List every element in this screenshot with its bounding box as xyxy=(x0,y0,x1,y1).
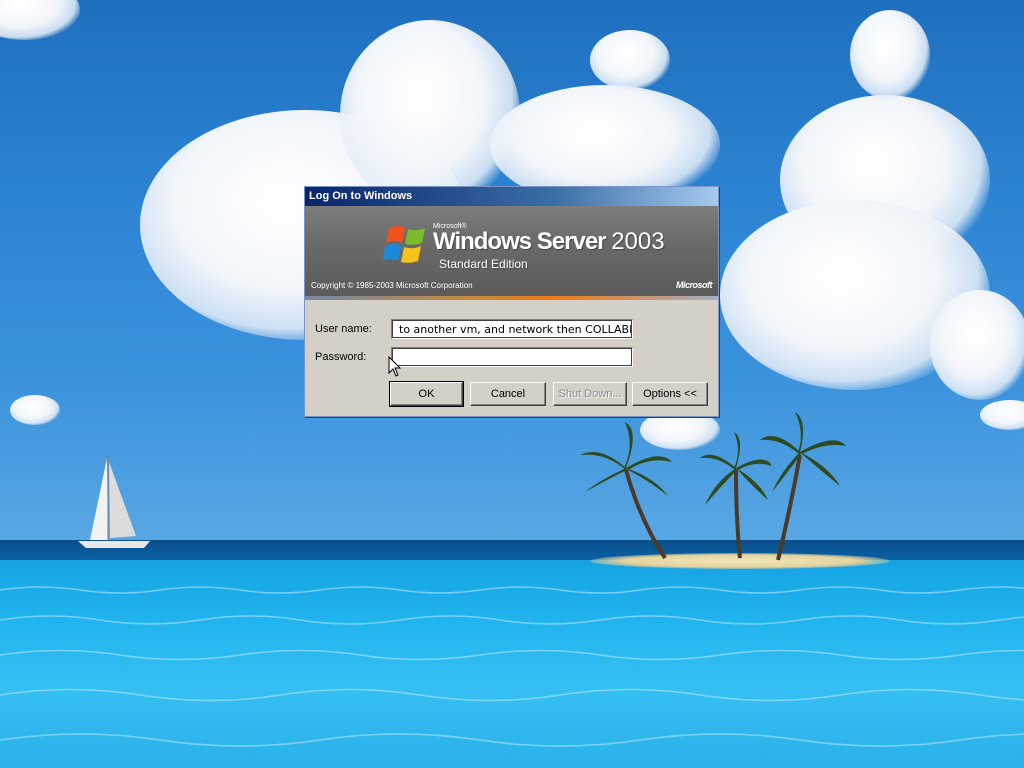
mouse-pointer-icon xyxy=(388,356,402,377)
windows-flag-icon xyxy=(383,226,425,263)
user-name-input[interactable]: to another vm, and network then COLLABMA xyxy=(391,319,633,339)
password-label: Password: xyxy=(315,351,367,363)
user-name-value: to another vm, and network then COLLABMA xyxy=(399,323,633,336)
banner-accent-line xyxy=(305,296,718,300)
shutdown-button[interactable]: Shut Down... xyxy=(553,382,627,406)
logon-dialog: Log On to Windows Microsoft® Windows Ser… xyxy=(304,186,719,417)
user-name-label: User name: xyxy=(315,323,372,335)
product-name-text: Windows Server xyxy=(433,228,607,255)
product-name: Windows Server 2003 xyxy=(433,228,665,256)
dialog-title: Log On to Windows xyxy=(309,190,413,202)
password-input[interactable] xyxy=(391,347,633,367)
sailboat xyxy=(78,456,150,548)
dialog-title-bar[interactable]: Log On to Windows xyxy=(305,187,718,206)
palm-trees xyxy=(580,412,846,561)
product-version: 2003 xyxy=(611,228,665,255)
product-banner: Microsoft® Windows Server 2003 Standard … xyxy=(305,206,718,300)
product-edition: Standard Edition xyxy=(439,257,528,271)
options-button[interactable]: Options << xyxy=(632,382,708,406)
desktop: Log On to Windows Microsoft® Windows Ser… xyxy=(0,0,1024,768)
cancel-button[interactable]: Cancel xyxy=(470,382,546,406)
microsoft-logo: Microsoft xyxy=(676,280,713,290)
ok-button[interactable]: OK xyxy=(389,381,464,407)
copyright-text: Copyright © 1985-2003 Microsoft Corporat… xyxy=(311,281,473,290)
